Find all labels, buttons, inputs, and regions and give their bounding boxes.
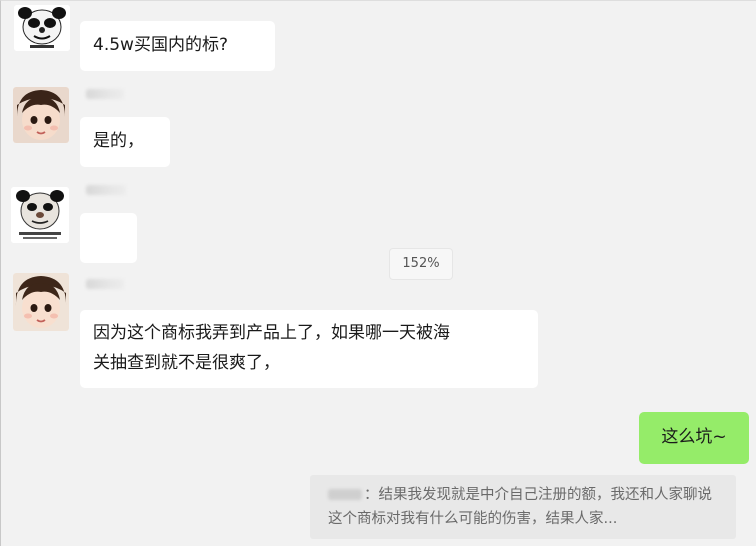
panda-meme-avatar-icon[interactable]	[14, 5, 70, 51]
panda-meme-avatar-icon[interactable]	[11, 187, 69, 243]
quoted-message-text: ：结果我发现就是中介自己注册的额，我还和人家聊说这个商标对我有什么可能的伤害，结…	[328, 487, 712, 527]
chat-window: 4.5w买国内的标? 是的， 152% 因为这个商标我弄到产品上了，如果哪一天被…	[0, 0, 756, 546]
message-bubble-4[interactable]: 因为这个商标我弄到产品上了，如果哪一天被海 关抽查到就不是很爽了，	[80, 310, 538, 388]
girl-avatar-icon[interactable]	[13, 273, 69, 331]
message-bubble-1[interactable]: 4.5w买国内的标?	[80, 21, 275, 71]
message-bubble-5-mine[interactable]: 这么坑~	[639, 412, 749, 464]
message-bubble-3[interactable]	[80, 213, 137, 370]
message-bubble-2[interactable]: 是的，	[80, 117, 170, 167]
girl-avatar-icon[interactable]	[13, 87, 69, 143]
quoted-sender-name-blurred	[328, 489, 362, 500]
sender-name-blurred	[86, 89, 124, 99]
quoted-message[interactable]: ：结果我发现就是中介自己注册的额，我还和人家聊说这个商标对我有什么可能的伤害，结…	[310, 475, 736, 539]
sender-name-blurred	[86, 185, 126, 195]
sender-name-blurred	[86, 279, 124, 289]
zoom-level-indicator: 152%	[389, 248, 453, 280]
